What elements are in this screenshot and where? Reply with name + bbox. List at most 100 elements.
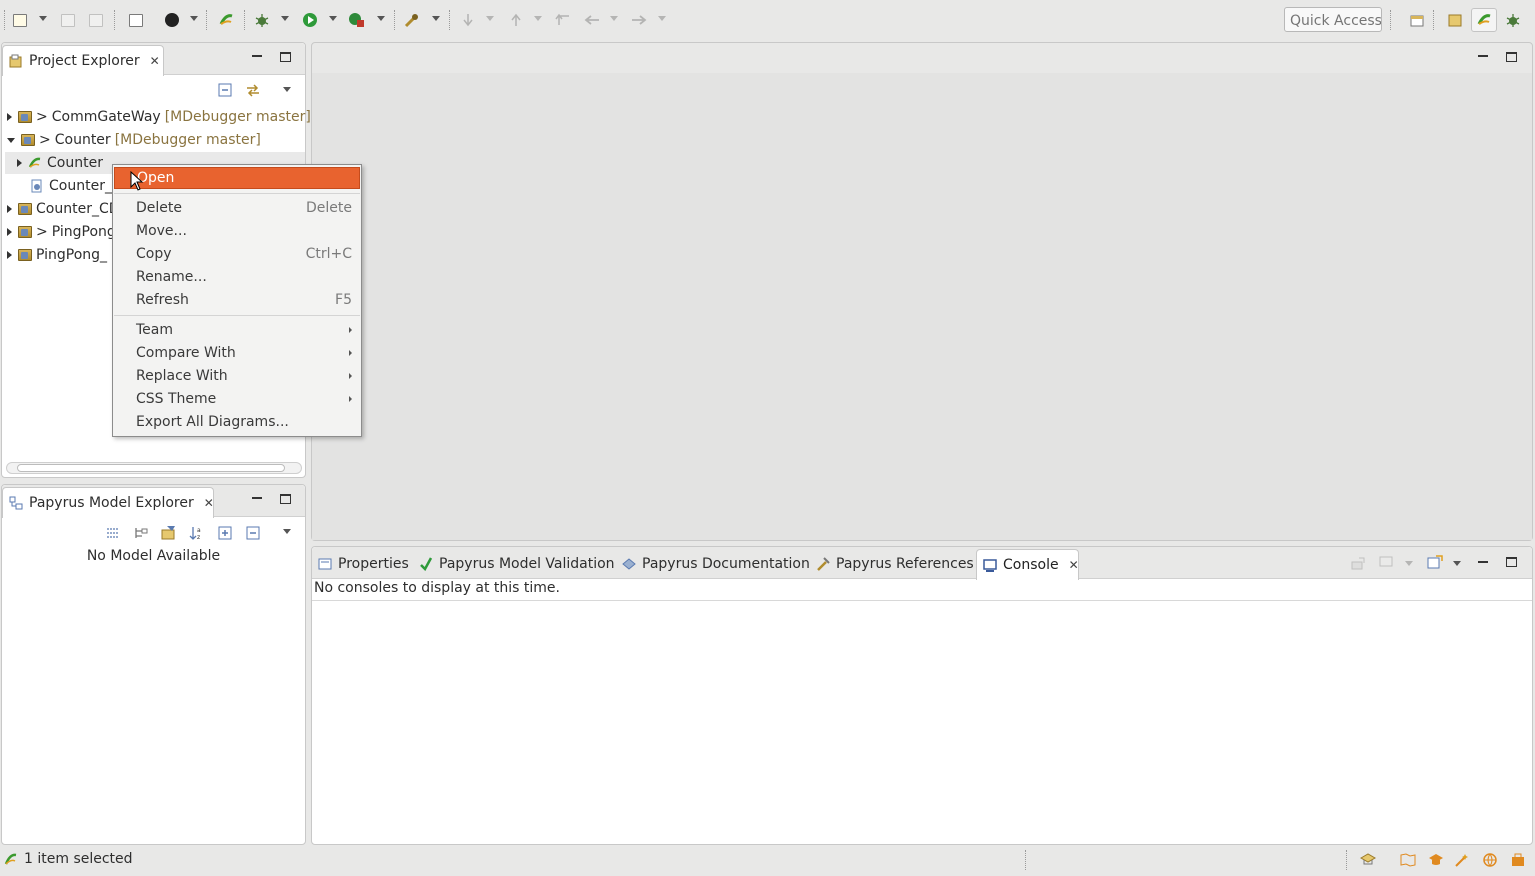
scrollbar-thumb[interactable] [17, 464, 285, 472]
tutorials-icon[interactable] [1359, 853, 1377, 867]
debug-dropdown-icon[interactable] [281, 16, 289, 21]
link-with-editor-icon[interactable] [245, 83, 259, 97]
external-tools-icon[interactable] [347, 10, 367, 30]
expand-icon[interactable] [7, 113, 12, 121]
external-tools-dropdown-icon[interactable] [377, 16, 385, 21]
menu-item-export-all-diagrams[interactable]: Export All Diagrams... [114, 411, 360, 433]
menu-item-team[interactable]: Team [114, 319, 360, 341]
minimize-icon[interactable] [1478, 561, 1488, 563]
maximize-icon[interactable] [280, 52, 291, 62]
next-annotation-dropdown-icon[interactable] [486, 16, 494, 21]
model-explorer-icon [9, 496, 23, 510]
back-dropdown-icon[interactable] [610, 16, 618, 21]
debug-icon[interactable] [252, 10, 272, 30]
tree-item-counter-cd[interactable]: Counter_CD [7, 198, 120, 220]
tab-papyrus-model-validation[interactable]: Papyrus Model Validation [413, 549, 621, 579]
menu-item-move[interactable]: Move... [114, 220, 360, 242]
sort-icon[interactable]: az [189, 526, 203, 541]
project-icon [18, 226, 32, 238]
last-edit-icon[interactable] [553, 10, 573, 30]
display-console-icon[interactable] [1379, 555, 1393, 569]
menu-item-replace-with[interactable]: Replace With [114, 365, 360, 387]
previous-annotation-dropdown-icon[interactable] [534, 16, 542, 21]
tree-item-counter-file[interactable]: Counter_ [30, 175, 112, 197]
tab-console[interactable]: Console ✕ [976, 549, 1079, 580]
open-perspective-icon[interactable] [1404, 8, 1430, 32]
next-annotation-icon[interactable] [458, 10, 478, 30]
menu-item-compare-with[interactable]: Compare With [114, 342, 360, 364]
menu-item-delete[interactable]: Delete Delete [114, 197, 360, 219]
marketplace-icon[interactable] [1511, 853, 1525, 867]
save-all-icon[interactable] [86, 10, 106, 30]
close-icon[interactable]: ✕ [1069, 558, 1079, 572]
tab-papyrus-documentation[interactable]: Papyrus Documentation [616, 549, 816, 579]
tab-label: Properties [338, 556, 409, 572]
debug-perspective-icon[interactable] [1500, 8, 1526, 32]
resource-perspective-icon[interactable] [1442, 8, 1468, 32]
close-icon[interactable]: ✕ [150, 54, 160, 68]
display-console-dropdown-icon[interactable] [1405, 561, 1413, 566]
maximize-icon[interactable] [1506, 557, 1517, 567]
menu-item-css-theme[interactable]: CSS Theme [114, 388, 360, 410]
minimize-icon[interactable] [252, 55, 262, 57]
tab-papyrus-references[interactable]: Papyrus References [810, 549, 980, 579]
user-dropdown-icon[interactable] [190, 16, 198, 21]
run-icon[interactable] [300, 10, 320, 30]
tree-item-counter-project[interactable]: > Counter [MDebugger master] [7, 129, 261, 151]
expand-icon[interactable] [7, 205, 12, 213]
tab-project-explorer[interactable]: Project Explorer ✕ [2, 45, 164, 76]
tools-icon[interactable] [402, 10, 422, 30]
tree-item-pingpong-cd[interactable]: PingPong_ [7, 244, 107, 266]
tree-view-icon[interactable] [134, 526, 148, 540]
forward-icon[interactable] [629, 10, 649, 30]
minimize-icon[interactable] [1478, 55, 1488, 57]
open-console-dropdown-icon[interactable] [1453, 561, 1461, 566]
papyrus-perspective-icon[interactable] [1471, 8, 1497, 32]
tools-dropdown-icon[interactable] [432, 16, 440, 21]
save-icon[interactable] [58, 10, 78, 30]
tab-properties[interactable]: Properties [312, 549, 415, 579]
overview-icon[interactable] [1400, 853, 1416, 867]
binary-icon[interactable] [126, 10, 146, 30]
quick-access-input[interactable] [1284, 7, 1382, 32]
whats-new-icon[interactable] [1455, 853, 1469, 867]
expand-icon[interactable] [7, 251, 12, 259]
collapse-all-icon[interactable] [246, 526, 260, 540]
tree-item-pingpong[interactable]: > PingPong [7, 221, 116, 243]
back-icon[interactable] [582, 10, 602, 30]
tree-item-commgateway[interactable]: > CommGateWay [MDebugger master] [7, 106, 311, 128]
web-resources-icon[interactable] [1483, 853, 1497, 867]
expand-icon[interactable] [7, 228, 12, 236]
minimize-icon[interactable] [252, 497, 262, 499]
maximize-icon[interactable] [1506, 52, 1517, 62]
run-dropdown-icon[interactable] [329, 16, 337, 21]
project-icon [18, 249, 32, 261]
svg-text:z: z [197, 534, 200, 540]
horizontal-scrollbar[interactable] [6, 462, 302, 474]
menu-item-refresh[interactable]: Refresh F5 [114, 289, 360, 311]
expand-icon[interactable] [17, 159, 22, 167]
view-menu-icon[interactable] [283, 87, 291, 92]
menu-item-rename[interactable]: Rename... [114, 266, 360, 288]
collapse-icon[interactable] [7, 137, 15, 143]
forward-dropdown-icon[interactable] [658, 16, 666, 21]
list-icon[interactable] [106, 526, 120, 540]
open-console-icon[interactable] [1427, 555, 1443, 569]
maximize-icon[interactable] [280, 494, 291, 504]
collapse-all-icon[interactable] [218, 83, 232, 97]
samples-icon[interactable] [1428, 853, 1443, 867]
new-file-icon[interactable] [10, 10, 30, 30]
close-icon[interactable]: ✕ [204, 496, 214, 510]
user-icon[interactable] [162, 10, 182, 30]
menu-item-open[interactable]: Open [114, 167, 360, 189]
papyrus-icon[interactable] [216, 10, 236, 30]
previous-annotation-icon[interactable] [506, 10, 526, 30]
tab-papyrus-model-explorer[interactable]: Papyrus Model Explorer ✕ [2, 487, 214, 518]
pin-console-icon[interactable] [1351, 556, 1365, 570]
new-dropdown-icon[interactable] [39, 16, 47, 21]
toolbar-separator [1390, 10, 1391, 30]
view-menu-icon[interactable] [283, 529, 291, 534]
expand-all-icon[interactable] [218, 526, 232, 540]
menu-item-copy[interactable]: Copy Ctrl+C [114, 243, 360, 265]
filter-icon[interactable] [161, 525, 175, 540]
